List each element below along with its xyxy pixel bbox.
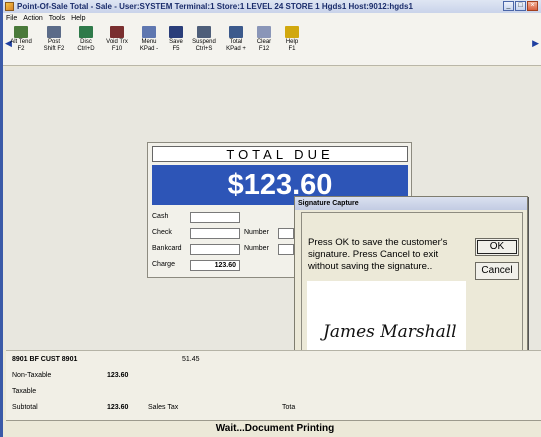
toolbar-shortcut: F5 [172, 46, 180, 52]
toolbar-label: Post [47, 39, 60, 45]
toolbar-button-post[interactable]: Post Shift F2 [41, 26, 67, 62]
discount-icon [79, 26, 93, 38]
toolbar-button-void[interactable]: Void Trx F10 [104, 26, 130, 62]
help-icon [285, 26, 299, 38]
menu-action[interactable]: Action [23, 15, 42, 22]
toolbar-shortcut: F1 [288, 46, 296, 52]
bankcard-label: Bankcard [152, 245, 182, 252]
toolbar: ◀ Alt Tend F2 Post Shift F2 Disc Ctrl+D Void T… [3, 24, 541, 66]
toolbar-shortcut: KPad - [139, 46, 159, 52]
toolbar-shortcut: F12 [258, 46, 270, 52]
alt-tend-icon [14, 26, 28, 38]
total-label: Tota [282, 404, 296, 411]
toolbar-shortcut: Ctrl+S [195, 46, 213, 52]
suspend-icon [197, 26, 211, 38]
maximize-button[interactable]: □ [515, 1, 526, 11]
non-taxable-label: Non-Taxable [12, 372, 52, 379]
toolbar-label: Void Trx [106, 39, 128, 45]
check-number-input[interactable] [278, 228, 294, 239]
check-input[interactable] [190, 228, 240, 239]
charge-label: Charge [152, 261, 175, 268]
toolbar-label: Alt Tend [10, 39, 32, 45]
cash-label: Cash [152, 213, 169, 220]
bankcard-number-label: Number [244, 245, 269, 252]
menu-help[interactable]: Help [71, 15, 85, 22]
toolbar-label: Total [229, 39, 243, 45]
toolbar-shortcut: KPad + [226, 46, 246, 52]
toolbar-shortcut: F2 [17, 46, 25, 52]
toolbar-button-alt-tend[interactable]: Alt Tend F2 [8, 26, 34, 62]
dialog-title: Signature Capture [295, 197, 527, 210]
title-bar: Point-Of-Sale Total - Sale - User:SYSTEM… [3, 0, 541, 13]
customer-balance: 51.45 [182, 356, 200, 363]
menu-bar: File Action Tools Help [3, 13, 541, 24]
check-number-label: Number [244, 229, 269, 236]
status-bar: Wait...Document Printing [6, 420, 541, 437]
post-icon [47, 26, 61, 38]
menu-tools[interactable]: Tools [49, 15, 65, 22]
toolbar-button-save[interactable]: Save F5 [163, 26, 189, 62]
toolbar-shortcut: Ctrl+D [77, 46, 95, 52]
subtotal-value: 123.60 [107, 404, 129, 411]
toolbar-button-help[interactable]: Help F1 [279, 26, 305, 62]
toolbar-label: Suspend [192, 39, 216, 45]
bankcard-input[interactable] [190, 244, 240, 255]
toolbar-shortcut: Shift F2 [43, 46, 65, 52]
bankcard-number-input[interactable] [278, 244, 294, 255]
taxable-label: Taxable [12, 388, 37, 395]
toolbar-label: Menu [141, 39, 157, 45]
toolbar-label: Save [169, 39, 183, 45]
toolbar-label: Help [285, 39, 299, 45]
window-title: Point-Of-Sale Total - Sale - User:SYSTEM… [17, 2, 413, 11]
signature-text: James Marshall [320, 322, 457, 342]
ok-button[interactable]: OK [475, 238, 519, 256]
toolbar-button-menu[interactable]: Menu KPad - [136, 26, 162, 62]
menu-file[interactable]: File [6, 15, 17, 22]
toolbar-button-clear[interactable]: Clear F12 [251, 26, 277, 62]
toolbar-shortcut: F10 [111, 46, 123, 52]
toolbar-button-suspend[interactable]: Suspend Ctrl+S [191, 26, 217, 62]
pos-window: Point-Of-Sale Total - Sale - User:SYSTEM… [0, 0, 541, 437]
non-taxable-value: 123.60 [107, 372, 129, 379]
charge-input[interactable]: 123.60 [190, 260, 240, 271]
customer-name: 8901 BF CUST 8901 [12, 356, 78, 363]
toolbar-button-discount[interactable]: Disc Ctrl+D [73, 26, 99, 62]
subtotal-label: Subtotal [12, 404, 38, 411]
app-icon [5, 2, 14, 11]
close-button[interactable]: × [527, 1, 538, 11]
toolbar-label: Disc [80, 39, 92, 45]
transaction-summary: 8901 BF CUST 8901 51.45 Non-Taxable 123.… [6, 350, 541, 420]
clear-icon [257, 26, 271, 38]
menu-icon [142, 26, 156, 38]
toolbar-button-total[interactable]: Total KPad + [223, 26, 249, 62]
total-due-label: TOTAL DUE [152, 146, 408, 162]
toolbar-scroll-right-icon[interactable]: ▶ [532, 38, 539, 49]
cash-input[interactable] [190, 212, 240, 223]
toolbar-label: Clear [256, 39, 272, 45]
total-icon [229, 26, 243, 38]
dialog-message: Press OK to save the customer's signatur… [308, 237, 448, 272]
cancel-button[interactable]: Cancel [475, 262, 519, 280]
save-icon [169, 26, 183, 38]
minimize-button[interactable]: _ [503, 1, 514, 11]
sales-tax-label: Sales Tax [148, 404, 179, 411]
void-icon [110, 26, 124, 38]
check-label: Check [152, 229, 172, 236]
